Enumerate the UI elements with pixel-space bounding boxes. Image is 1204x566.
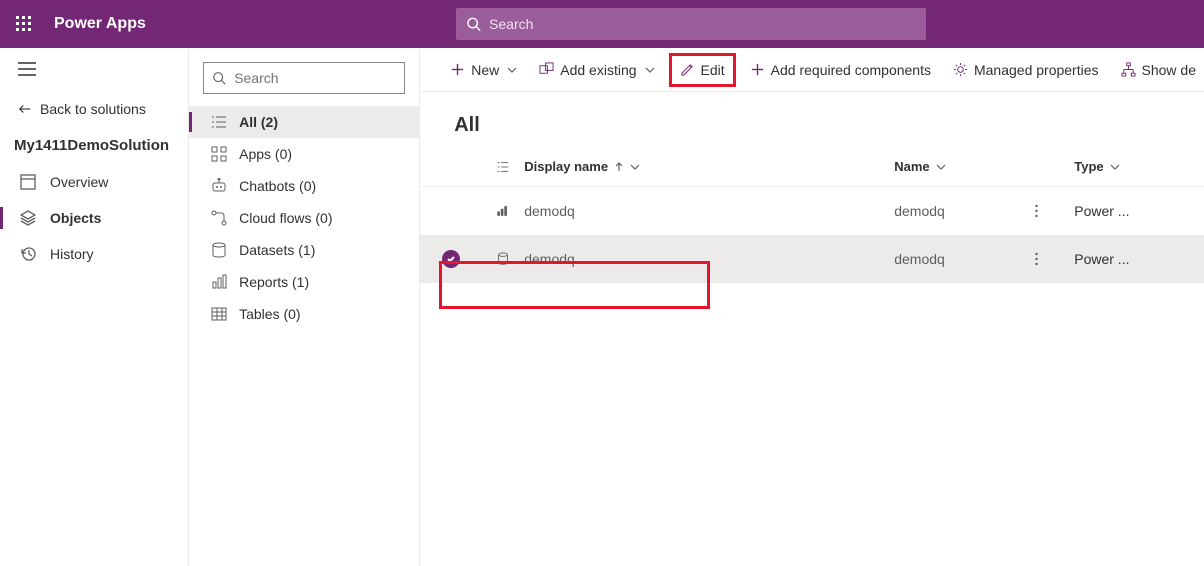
list-icon [211,114,227,130]
cmd-label: New [471,62,499,78]
row-name: demodq [894,203,1074,219]
nav-item-overview[interactable]: Overview [0,164,188,200]
cmd-label: Add existing [560,62,636,78]
list-title: All [420,92,1204,147]
table-row[interactable]: demodq demodq Power ... [420,235,1204,283]
chevron-down-icon [1110,162,1120,172]
nav-item-label: Overview [50,174,108,190]
filter-item-label: Chatbots (0) [239,178,316,194]
cmd-show-dependencies[interactable]: Show de [1113,56,1204,84]
cmd-edit[interactable]: Edit [669,53,736,87]
row-more-button[interactable] [1028,203,1044,219]
chevron-down-icon [630,162,640,172]
col-name[interactable]: Name [894,159,1074,174]
filter-search[interactable] [203,62,405,94]
nav-item-label: History [50,246,94,262]
filter-item-label: Cloud flows (0) [239,210,332,226]
filter-item-label: All (2) [239,114,278,130]
cmd-managed-properties[interactable]: Managed properties [945,56,1107,84]
col-display-name[interactable]: Display name [524,159,894,174]
nav-item-history[interactable]: History [0,236,188,272]
row-name: demodq [894,251,1074,267]
table-header: Display name Name Type [420,147,1204,187]
dataset-icon [211,242,227,258]
col-label: Name [894,159,929,174]
list-icon [496,160,510,174]
row-type-icon [482,252,524,266]
left-nav: Back to solutions My1411DemoSolution Ove… [0,48,189,566]
waffle-icon[interactable] [0,16,48,32]
filter-search-input[interactable] [234,70,396,86]
flow-icon [211,210,227,226]
row-name-text: demodq [894,203,945,219]
row-type: Power ... [1074,203,1144,219]
col-type[interactable]: Type [1074,159,1144,174]
history-icon [20,246,36,262]
edit-icon [680,62,695,77]
row-name-text: demodq [894,251,945,267]
filter-item-tables[interactable]: Tables (0) [189,298,419,330]
app-header: Power Apps [0,0,1204,48]
table-row[interactable]: demodq demodq Power ... [420,187,1204,235]
gear-icon [953,62,968,77]
global-search[interactable] [456,8,926,40]
add-existing-icon [539,62,554,77]
back-to-solutions-link[interactable]: Back to solutions [0,95,188,131]
col-label: Type [1074,159,1103,174]
nav-item-objects[interactable]: Objects [0,200,188,236]
app-title: Power Apps [48,15,146,33]
row-display-name[interactable]: demodq [524,251,894,267]
cmd-label: Edit [701,62,725,78]
objects-icon [20,210,36,226]
row-more-button[interactable] [1028,251,1044,267]
row-type-icon [482,204,524,218]
nav-collapse-button[interactable] [0,60,188,95]
dependency-icon [1121,62,1136,77]
cmd-new[interactable]: New [442,56,525,84]
col-icon-header[interactable] [482,160,524,174]
chevron-down-icon [936,162,946,172]
main-area: New Add existing Edit Add required compo… [420,48,1204,566]
sort-asc-icon [614,162,624,172]
command-bar: New Add existing Edit Add required compo… [420,48,1204,92]
filter-item-chatbots[interactable]: Chatbots (0) [189,170,419,202]
back-label: Back to solutions [40,101,146,117]
chatbot-icon [211,178,227,194]
plus-icon [450,62,465,77]
plus-icon [750,62,765,77]
search-icon [212,70,226,86]
filter-item-label: Datasets (1) [239,242,315,258]
filter-item-apps[interactable]: Apps (0) [189,138,419,170]
nav-item-label: Objects [50,210,101,226]
cmd-add-required[interactable]: Add required components [742,56,939,84]
filter-item-label: Apps (0) [239,146,292,162]
chevron-down-icon [645,65,655,75]
overview-icon [20,174,36,190]
arrow-left-icon [18,102,32,116]
filter-item-label: Tables (0) [239,306,300,322]
row-selected-check[interactable] [442,250,460,268]
solution-name: My1411DemoSolution [0,131,188,164]
filter-item-label: Reports (1) [239,274,309,290]
filter-item-cloudflows[interactable]: Cloud flows (0) [189,202,419,234]
col-label: Display name [524,159,608,174]
apps-icon [211,146,227,162]
filter-item-reports[interactable]: Reports (1) [189,266,419,298]
report-icon [211,274,227,290]
cmd-label: Show de [1142,62,1196,78]
dataset-icon [496,252,510,266]
filter-item-all[interactable]: All (2) [189,106,419,138]
cmd-add-existing[interactable]: Add existing [531,56,662,84]
chart-icon [496,204,510,218]
filter-item-datasets[interactable]: Datasets (1) [189,234,419,266]
filter-panel: All (2) Apps (0) Chatbots (0) Cloud flow… [189,48,420,566]
cmd-label: Add required components [771,62,931,78]
cmd-label: Managed properties [974,62,1099,78]
chevron-down-icon [507,65,517,75]
row-type: Power ... [1074,251,1144,267]
table-icon [211,306,227,322]
global-search-input[interactable] [489,16,916,32]
row-display-name[interactable]: demodq [524,203,894,219]
search-icon [466,16,481,32]
